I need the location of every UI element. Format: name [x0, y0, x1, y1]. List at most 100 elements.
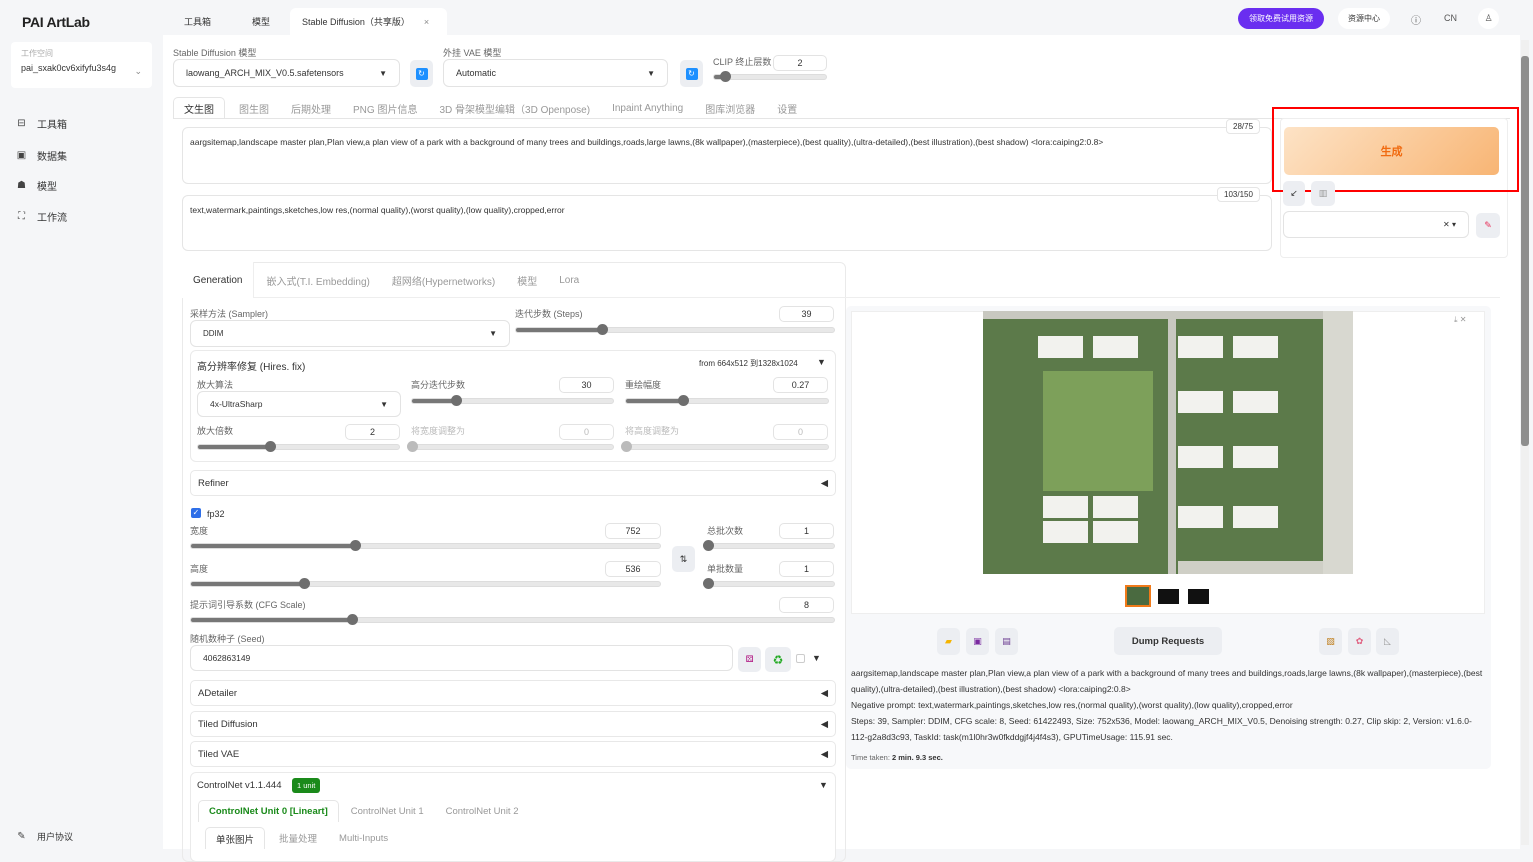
seed-input[interactable]: 4062863149 [190, 645, 733, 671]
send-to-extras-button[interactable]: ◺ [1376, 628, 1399, 655]
slider-thumb[interactable] [703, 578, 714, 589]
tab-stable-diffusion[interactable]: Stable Diffusion（共享版） × [290, 8, 447, 35]
tab-multi-inputs[interactable]: Multi-Inputs [339, 827, 388, 849]
save-button[interactable]: ▣ [966, 628, 989, 655]
batch-count-input[interactable]: 1 [779, 523, 834, 539]
swap-dimensions-button[interactable]: ⇅ [672, 546, 695, 572]
clip-input[interactable]: 2 [773, 55, 827, 71]
cfg-slider[interactable] [190, 614, 835, 625]
tab-png-info[interactable]: PNG 图片信息 [353, 97, 417, 119]
collapse-icon[interactable]: ▼ [819, 780, 828, 790]
tab-extras[interactable]: 后期处理 [291, 97, 331, 119]
sidebar-item-model[interactable]: ☗ 模型 [16, 178, 57, 193]
generated-image[interactable] [983, 311, 1353, 574]
batch-size-input[interactable]: 1 [779, 561, 834, 577]
tab-generation[interactable]: Generation [182, 262, 255, 298]
slider-thumb[interactable] [703, 540, 714, 551]
tab-img2img[interactable]: 图生图 [239, 97, 269, 119]
slider-thumb[interactable] [677, 395, 689, 406]
send-to-inpaint-button[interactable]: ✿ [1348, 628, 1371, 655]
width-slider[interactable] [190, 540, 661, 551]
paste-button[interactable]: ↙ [1283, 181, 1305, 206]
tab-batch[interactable]: 批量处理 [279, 827, 317, 849]
collapse-icon[interactable]: ▼ [817, 357, 826, 367]
tab-cn-unit-0[interactable]: ControlNet Unit 0 [Lineart] [198, 800, 339, 822]
extra-seed-checkbox[interactable] [796, 654, 805, 663]
clip-slider[interactable] [713, 71, 827, 82]
tab-toolbox[interactable]: 工具箱 [172, 8, 223, 35]
fp32-checkbox[interactable]: ✓ [191, 508, 201, 518]
tiled-diffusion-accordion[interactable]: Tiled Diffusion ◀ [190, 711, 836, 737]
tab-inpaint-anything[interactable]: Inpaint Anything [612, 97, 683, 119]
download-icon[interactable]: ⤓ ✕ [1454, 315, 1466, 325]
cfg-input[interactable]: 8 [779, 597, 834, 613]
tab-embedding[interactable]: 嵌入式(T.I. Embedding) [266, 262, 369, 298]
thumbnail[interactable] [1188, 589, 1209, 604]
slider-thumb[interactable] [407, 441, 418, 452]
refiner-accordion[interactable]: Refiner ◀ [190, 470, 836, 496]
dump-requests-button[interactable]: Dump Requests [1114, 627, 1222, 655]
random-seed-button[interactable]: ⚄ [738, 647, 761, 672]
refresh-model-button[interactable]: ↻ [410, 60, 433, 87]
height-input[interactable]: 536 [605, 561, 661, 577]
free-trial-button[interactable]: 领取免费试用资源 [1238, 8, 1324, 29]
hires-steps-slider[interactable] [411, 395, 614, 406]
tab-cn-unit-1[interactable]: ControlNet Unit 1 [351, 800, 424, 822]
zip-button[interactable]: ▤ [995, 628, 1018, 655]
tab-txt2img[interactable]: 文生图 [173, 97, 225, 119]
vae-select[interactable]: Automatic ▼ [443, 59, 668, 87]
scrollbar[interactable] [1521, 40, 1529, 845]
help-icon[interactable]: ⓘ [1411, 12, 1421, 27]
tab-cn-unit-2[interactable]: ControlNet Unit 2 [446, 800, 519, 822]
close-icon[interactable]: × [424, 17, 429, 27]
denoise-slider[interactable] [625, 395, 829, 406]
language-switch[interactable]: CN [1444, 13, 1457, 23]
tab-settings[interactable]: 设置 [777, 97, 797, 119]
resize-height-input[interactable]: 0 [773, 424, 828, 440]
send-to-img2img-button[interactable]: ▧ [1319, 628, 1342, 655]
tab-hypernetworks[interactable]: 超网络(Hypernetworks) [392, 262, 495, 298]
resize-height-slider[interactable] [621, 441, 829, 452]
prompt-input[interactable]: aargsitemap,landscape master plan,Plan v… [182, 127, 1272, 184]
sidebar-item-toolbox[interactable]: ⊟ 工具箱 [16, 116, 67, 131]
denoise-input[interactable]: 0.27 [773, 377, 828, 393]
adetailer-accordion[interactable]: ADetailer ◀ [190, 680, 836, 706]
slider-thumb[interactable] [621, 441, 632, 452]
style-select[interactable]: ✕ ▾ [1283, 211, 1469, 238]
tiled-vae-accordion[interactable]: Tiled VAE ◀ [190, 741, 836, 767]
open-folder-button[interactable]: ▰ [937, 628, 960, 655]
expand-icon[interactable]: ▼ [812, 653, 821, 663]
steps-input[interactable]: 39 [779, 306, 834, 322]
negative-prompt-input[interactable]: text,watermark,paintings,sketches,low re… [182, 195, 1272, 251]
workspace-selector[interactable]: 工作空间 pai_sxak0cv6xifyfu3s4g ⌄ [11, 42, 152, 88]
sd-model-select[interactable]: laowang_ARCH_MIX_V0.5.safetensors ▼ [173, 59, 400, 87]
slider-thumb[interactable] [596, 324, 608, 335]
height-slider[interactable] [190, 578, 661, 589]
clear-icon[interactable]: ✕ ▾ [1443, 220, 1456, 229]
tab-checkpoints[interactable]: 模型 [517, 262, 537, 298]
upscaler-select[interactable]: 4x-UltraSharp ▼ [197, 391, 401, 417]
thumbnail[interactable] [1158, 589, 1179, 604]
sampler-select[interactable]: DDIM ▼ [190, 320, 510, 347]
sidebar-item-workflow[interactable]: ⛶ 工作流 [16, 209, 67, 224]
scale-slider[interactable] [197, 441, 400, 452]
width-input[interactable]: 752 [605, 523, 661, 539]
scale-input[interactable]: 2 [345, 424, 400, 440]
slider-thumb[interactable] [346, 614, 358, 625]
reuse-seed-button[interactable]: ♻ [765, 647, 791, 672]
hires-steps-input[interactable]: 30 [559, 377, 614, 393]
sidebar-item-dataset[interactable]: ▣ 数据集 [16, 148, 67, 163]
tab-image-browser[interactable]: 图库浏览器 [705, 97, 755, 119]
refresh-vae-button[interactable]: ↻ [680, 60, 703, 87]
apply-style-button[interactable]: ✎ [1476, 213, 1500, 238]
resize-width-input[interactable]: 0 [559, 424, 614, 440]
user-icon[interactable]: ♙ [1478, 8, 1499, 29]
tab-model[interactable]: 模型 [240, 8, 282, 35]
tab-single-image[interactable]: 单张图片 [205, 827, 266, 849]
slider-thumb[interactable] [298, 578, 310, 589]
tab-lora[interactable]: Lora [559, 262, 579, 298]
user-agreement-link[interactable]: ✎ 用户协议 [16, 830, 73, 843]
resize-width-slider[interactable] [407, 441, 614, 452]
steps-slider[interactable] [515, 324, 835, 335]
trash-button[interactable]: ▥ [1311, 181, 1335, 206]
